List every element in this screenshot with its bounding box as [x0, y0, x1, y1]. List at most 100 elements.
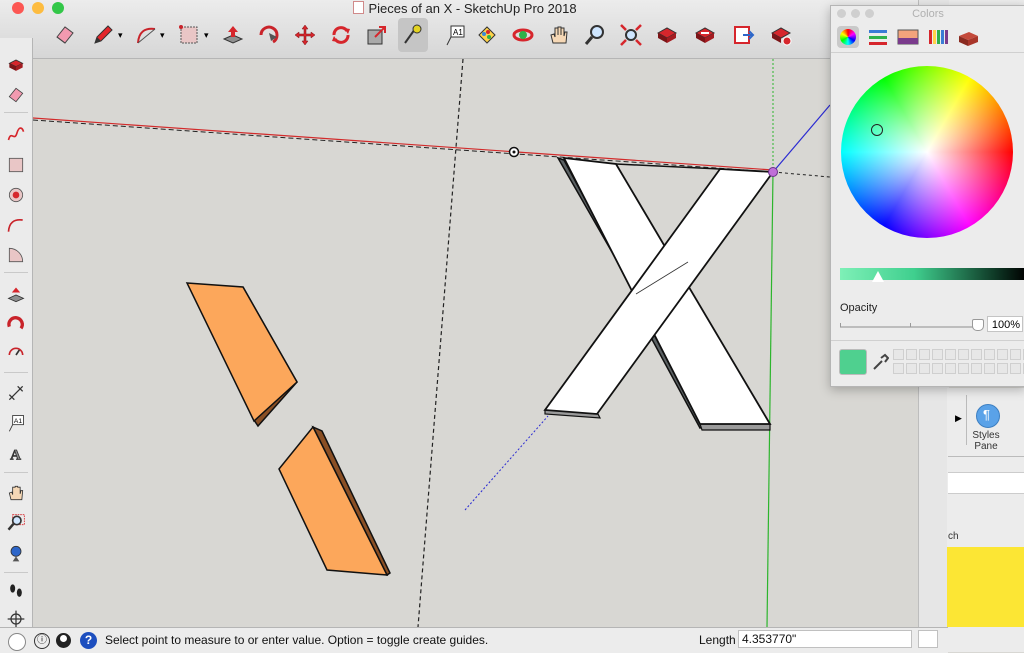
opacity-slider[interactable] [840, 319, 984, 331]
paint-bucket-tool-button[interactable] [472, 18, 502, 52]
swatch-slot[interactable] [971, 362, 982, 374]
rectangle-tool-button-left[interactable] [3, 152, 29, 178]
swatch-slot[interactable] [984, 362, 995, 374]
zoom-tool-button[interactable] [580, 18, 610, 52]
next-view-button[interactable] [690, 18, 720, 52]
viewport-canvas[interactable] [33, 59, 918, 627]
style-preview-swatch[interactable] [947, 547, 1024, 627]
opacity-slider-knob[interactable] [972, 319, 984, 331]
styles-pane-label[interactable]: Styles Pane [965, 430, 1007, 452]
account-icon[interactable] [56, 633, 71, 648]
colors-panel-title: Colors [912, 8, 944, 20]
arc-dropdown-arrow[interactable]: ▾ [160, 30, 165, 41]
swatch-slot[interactable] [932, 362, 943, 374]
pan-tool-button[interactable] [544, 18, 574, 52]
swatch-slot[interactable] [958, 349, 969, 360]
dimension-tool-button[interactable] [3, 380, 29, 406]
swatch-slot[interactable] [945, 349, 956, 360]
follow-me-icon [259, 25, 279, 44]
color-wheel-tab[interactable] [837, 26, 859, 48]
swatch-slot[interactable] [945, 362, 956, 374]
tape-measure-tool-button[interactable] [398, 18, 428, 52]
push-pull-tool-button-left[interactable] [3, 282, 29, 308]
swatch-slot[interactable] [893, 349, 904, 360]
swatch-slot[interactable] [932, 349, 943, 360]
rectangle-dropdown-arrow[interactable]: ▾ [204, 30, 209, 41]
brightness-slider-knob[interactable] [872, 271, 884, 282]
toolbar-divider [4, 112, 28, 113]
orange-piece-upper[interactable] [185, 282, 298, 428]
pencils-tab[interactable] [927, 26, 949, 48]
text-tool-button[interactable]: A1 [440, 18, 470, 52]
zoom-window-tool-button[interactable] [3, 510, 29, 536]
geo-location-icon[interactable] [8, 633, 26, 651]
text-icon: A1 [446, 25, 465, 46]
brightness-slider[interactable] [840, 268, 1024, 282]
swatch-slot[interactable] [1010, 362, 1021, 374]
swatch-slot[interactable] [958, 362, 969, 374]
walk-tool-button[interactable] [3, 578, 29, 604]
svg-text:A1: A1 [453, 28, 463, 37]
select-tool-button[interactable] [3, 52, 29, 78]
styles-pane-icon[interactable]: ¶ [976, 404, 1000, 428]
eraser-tool-button[interactable] [50, 18, 80, 52]
offset-tool-button[interactable] [3, 342, 29, 368]
previous-view-button[interactable] [652, 18, 682, 52]
extension-warehouse-button[interactable] [766, 18, 796, 52]
orbit-icon [512, 28, 534, 42]
scale-tool-button[interactable] [362, 18, 392, 52]
opacity-value-field[interactable]: 100% [987, 316, 1023, 332]
position-camera-tool-button[interactable] [3, 540, 29, 566]
sections-button[interactable] [728, 18, 758, 52]
freehand-tool-button[interactable] [3, 122, 29, 148]
instructor-help-icon[interactable]: ? [80, 632, 97, 649]
x-shape[interactable] [543, 156, 775, 431]
tray-field[interactable] [948, 472, 1024, 494]
swatch-slot[interactable] [997, 362, 1008, 374]
swatch-slot[interactable] [919, 362, 930, 374]
color-wheel[interactable] [841, 66, 1013, 238]
swatch-slot[interactable] [997, 349, 1008, 360]
colors-panel: Colors Opacity 100% [830, 5, 1024, 387]
swatch-slot[interactable] [919, 349, 930, 360]
pie-tool-button[interactable] [3, 242, 29, 268]
follow-me-tool-button[interactable] [254, 18, 284, 52]
measurements-input[interactable]: 4.353770" [738, 630, 912, 648]
color-picker-crosshair[interactable] [871, 124, 883, 136]
swatch-slot[interactable] [984, 349, 995, 360]
color-wheel-icon [840, 29, 856, 45]
swatch-slot[interactable] [1010, 349, 1021, 360]
arc-tool-button[interactable] [132, 18, 162, 52]
eraser-tool-button-left[interactable] [3, 82, 29, 108]
current-color-swatch[interactable] [839, 349, 867, 375]
toolbar-divider [4, 472, 28, 473]
color-sliders-tab[interactable] [867, 26, 889, 48]
resize-grip[interactable] [918, 630, 938, 648]
toolbar-divider [4, 372, 28, 373]
pencil-tool-button[interactable] [88, 18, 118, 52]
pan-tool-button-left[interactable] [3, 480, 29, 506]
polygon-tool-button[interactable] [3, 182, 29, 208]
move-tool-button[interactable] [290, 18, 320, 52]
follow-me-tool-button-left[interactable] [3, 312, 29, 338]
text-tool-button-left[interactable]: A1 [3, 410, 29, 436]
image-palette-tab[interactable] [897, 26, 919, 48]
materials-tab[interactable] [957, 26, 979, 48]
rectangle-tool-button[interactable] [174, 18, 204, 52]
model-viewport[interactable] [33, 59, 918, 627]
swatch-slot[interactable] [906, 349, 917, 360]
pencil-dropdown-arrow[interactable]: ▾ [118, 30, 123, 41]
3d-text-tool-button[interactable]: A [3, 440, 29, 466]
orange-piece-lower[interactable] [278, 425, 391, 577]
rotate-tool-button[interactable] [326, 18, 356, 52]
orbit-tool-button[interactable] [508, 18, 538, 52]
eyedropper-button[interactable] [871, 353, 890, 371]
credits-icon[interactable]: ⓘ [34, 633, 50, 649]
push-pull-tool-button[interactable] [218, 18, 248, 52]
arc-tool-button-left[interactable] [3, 212, 29, 238]
swatch-palette[interactable] [893, 349, 1024, 375]
swatch-slot[interactable] [906, 362, 917, 374]
zoom-extents-tool-button[interactable] [616, 18, 646, 52]
swatch-slot[interactable] [971, 349, 982, 360]
swatch-slot[interactable] [893, 362, 904, 374]
